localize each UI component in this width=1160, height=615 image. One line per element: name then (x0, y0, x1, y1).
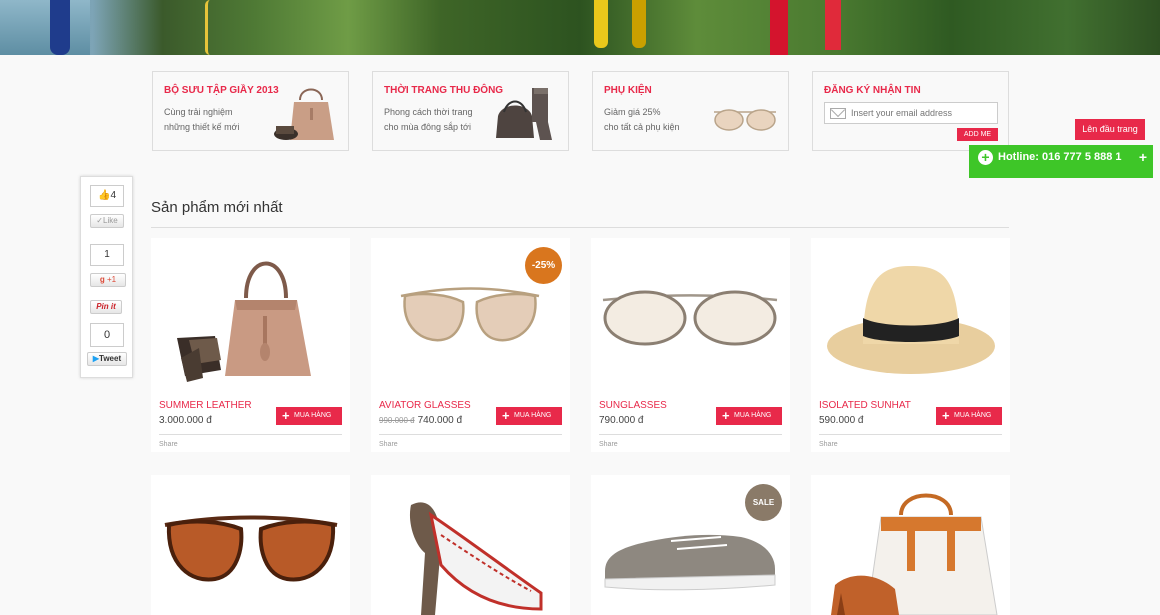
plus-icon: + (722, 408, 730, 423)
high-heel-image[interactable] (371, 475, 570, 615)
plus-icon: + (502, 408, 510, 423)
promo-shoes-collection[interactable]: BỘ SƯU TẬP GIẦY 2013 Cùng trải nghiệm nh… (152, 71, 349, 151)
tweet-label: Tweet (99, 354, 122, 363)
promo-desc-line: Cùng trải nghiệm (164, 107, 233, 117)
promo-desc-line: những thiết kế mới (164, 122, 240, 132)
buy-button[interactable]: + MUA HÀNG (936, 407, 1002, 425)
sunhat-image[interactable] (811, 238, 1010, 398)
section-title: Sản phẩm mới nhất (151, 199, 283, 216)
pinterest-button[interactable]: Pin it (90, 300, 122, 314)
like-label: Like (103, 216, 118, 225)
buy-label: MUA HÀNG (514, 412, 552, 419)
plus-circle-icon: + (978, 150, 993, 165)
boots-bag-image (496, 88, 552, 140)
buy-button[interactable]: + MUA HÀNG (276, 407, 342, 425)
product-card[interactable]: ISOLATED SUNHAT 590.000 đ + MUA HÀNG Shar… (811, 238, 1010, 452)
promo-desc-line: Phong cách thời trang (384, 107, 473, 117)
tweet-button[interactable]: ▶Tweet (87, 352, 127, 366)
newsletter-title: ĐĂNG KÝ NHẬN TIN (824, 85, 921, 96)
sunglasses-image (714, 109, 776, 131)
gplus-count-box: 1 (90, 244, 124, 266)
mail-icon (830, 108, 846, 119)
tortoise-sunglasses-image[interactable] (151, 475, 350, 615)
summer-leather-image[interactable] (151, 238, 350, 398)
divider (159, 434, 342, 435)
promo-autumn-winter[interactable]: THỜI TRANG THU ĐÔNG Phong cách thời tran… (372, 71, 569, 151)
hero-banner (0, 0, 1160, 55)
promo-title: BỘ SƯU TẬP GIẦY 2013 (164, 85, 279, 96)
old-price: 990.000 đ (379, 416, 415, 425)
divider (819, 434, 1002, 435)
share-link[interactable]: Share (379, 441, 398, 448)
like-count: 4 (110, 190, 116, 201)
promo-desc-line: Giảm giá 25% (604, 107, 661, 117)
product-card[interactable] (151, 475, 350, 615)
promo-desc-line: cho tất cả phụ kiện (604, 122, 680, 132)
promo-desc-line: cho mùa đông sắp tới (384, 122, 471, 132)
product-card[interactable] (811, 475, 1010, 615)
email-input[interactable] (824, 102, 998, 124)
sunglasses-image[interactable] (591, 238, 790, 398)
product-card[interactable]: -25% AVIATOR GLASSES 990.000 đ 740.000 đ … (371, 238, 570, 452)
check-icon: ✓ (96, 216, 103, 225)
hotline-bar[interactable]: + Hotline: 016 777 5 888 1 + (969, 145, 1153, 178)
product-card[interactable] (371, 475, 570, 615)
product-card[interactable]: SUMMER LEATHER 3.000.000 đ + MUA HÀNG Sha… (151, 238, 350, 452)
fb-like-count-box: 👍4 (90, 185, 124, 207)
sale-price: 740.000 đ (417, 415, 463, 426)
product-price: 990.000 đ 740.000 đ (379, 415, 462, 426)
promo-title: PHỤ KIỆN (604, 85, 652, 96)
product-name[interactable]: SUMMER LEATHER (159, 400, 252, 411)
expand-plus-icon[interactable]: + (1139, 145, 1147, 170)
buy-button[interactable]: + MUA HÀNG (496, 407, 562, 425)
handbag-shoes-image (274, 88, 334, 140)
product-name[interactable]: SUNGLASSES (599, 400, 667, 411)
back-to-top-button[interactable]: Lên đầu trang (1075, 119, 1145, 140)
product-name[interactable]: AVIATOR GLASSES (379, 400, 471, 411)
hotline-text: Hotline: 016 777 5 888 1 (998, 151, 1122, 163)
product-price: 590.000 đ (819, 415, 864, 426)
page: BỘ SƯU TẬP GIẦY 2013 Cùng trải nghiệm nh… (0, 0, 1160, 615)
buy-label: MUA HÀNG (734, 412, 772, 419)
divider (379, 434, 562, 435)
gplus-label: +1 (107, 275, 117, 284)
divider (599, 434, 782, 435)
divider (151, 227, 1009, 228)
product-price: 3.000.000 đ (159, 415, 212, 426)
gplus-button[interactable]: g +1 (90, 273, 126, 287)
share-link[interactable]: Share (819, 441, 838, 448)
thumbs-up-icon: 👍 (97, 190, 111, 201)
fb-like-button[interactable]: ✓Like (90, 214, 124, 228)
buy-label: MUA HÀNG (294, 412, 332, 419)
newsletter-box: ĐĂNG KÝ NHẬN TIN ADD ME (812, 71, 1009, 151)
product-card[interactable]: SUNGLASSES 790.000 đ + MUA HÀNG Share (591, 238, 790, 452)
handbag-heels-image[interactable] (811, 475, 1010, 615)
promo-title: THỜI TRANG THU ĐÔNG (384, 85, 504, 96)
sale-badge: SALE (745, 484, 782, 521)
share-link[interactable]: Share (159, 441, 178, 448)
product-price: 790.000 đ (599, 415, 644, 426)
plus-icon: + (942, 408, 950, 423)
tweet-count-box: 0 (90, 323, 124, 347)
promo-accessories[interactable]: PHỤ KIỆN Giảm giá 25% cho tất cả phụ kiệ… (592, 71, 789, 151)
buy-label: MUA HÀNG (954, 412, 992, 419)
social-share-bar: 👍4 ✓Like 1 g +1 Pin it 0 ▶Tweet (80, 176, 133, 378)
buy-button[interactable]: + MUA HÀNG (716, 407, 782, 425)
discount-badge: -25% (525, 247, 562, 284)
share-link[interactable]: Share (599, 441, 618, 448)
plus-icon: + (282, 408, 290, 423)
product-name[interactable]: ISOLATED SUNHAT (819, 400, 911, 411)
product-card[interactable]: SALE (591, 475, 790, 615)
add-me-button[interactable]: ADD ME (957, 128, 998, 141)
gplus-icon: g (99, 275, 105, 284)
